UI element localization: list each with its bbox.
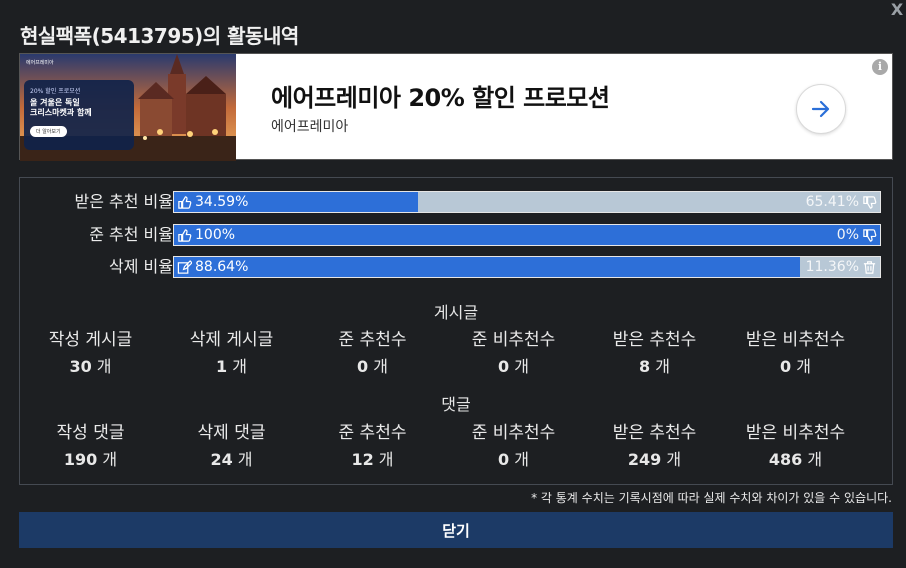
- stats-panel: 받은 추천 비율 34.59% 65.41% 준 추천 비율 100% 0% 삭…: [19, 177, 893, 485]
- stat-label: 받은 추천수: [612, 330, 697, 350]
- rate-positive-value: 88.64%: [195, 259, 249, 275]
- rate-bar-right: 11.36%: [806, 257, 877, 277]
- rate-label: 받은 추천 비율: [74, 192, 174, 211]
- posts-stats-grid: 작성 게시글 30 개 삭제 게시글 1 개 준 추천수 0 개 준 비추천수 0 개 …: [20, 325, 892, 377]
- stat-cell: 준 추천수 0 개: [302, 325, 443, 377]
- stat-value: 0 개: [498, 357, 529, 376]
- stat-label: 삭제 게시글: [189, 330, 274, 350]
- stat-label: 작성 게시글: [48, 330, 133, 350]
- rate-bar: 34.59% 65.41%: [173, 191, 881, 213]
- stat-label: 준 비추천수: [471, 423, 556, 443]
- stat-cell: 준 비추천수 0 개: [443, 325, 584, 377]
- ad-banner[interactable]: 에어프레미아 20% 할인 프로모션 올 겨울은 독일 크리스마켓과 함께 더 …: [19, 53, 893, 161]
- ad-image-pill: 더 알아보기: [30, 126, 67, 137]
- stat-cell: 작성 댓글 190 개: [20, 418, 161, 470]
- delete-rate-row: 삭제 비율 88.64% 11.36%: [20, 255, 892, 279]
- stat-cell: 받은 추천수 8 개: [584, 325, 725, 377]
- thumbs-down-icon: [863, 228, 877, 242]
- rate-positive-value: 34.59%: [195, 194, 249, 210]
- given-recommend-rate-row: 준 추천 비율 100% 0%: [20, 223, 892, 247]
- stat-label: 준 추천수: [338, 423, 407, 443]
- stat-label: 받은 비추천수: [745, 423, 846, 443]
- stat-cell: 삭제 게시글 1 개: [161, 325, 302, 377]
- stat-cell: 받은 비추천수 0 개: [725, 325, 866, 377]
- stat-cell: 받은 비추천수 486 개: [725, 418, 866, 470]
- ad-info-icon[interactable]: i: [872, 59, 888, 75]
- received-recommend-rate-row: 받은 추천 비율 34.59% 65.41%: [20, 190, 892, 214]
- rate-bar-fill: [174, 257, 800, 277]
- rate-bar-right: 65.41%: [806, 192, 877, 212]
- close-button[interactable]: 닫기: [19, 512, 893, 548]
- stat-label: 삭제 댓글: [197, 423, 266, 443]
- rate-bar-fill: [174, 225, 880, 245]
- stat-value: 486 개: [768, 450, 823, 469]
- rate-bar: 88.64% 11.36%: [173, 256, 881, 278]
- stat-value: 0 개: [498, 450, 529, 469]
- stat-value: 0 개: [780, 357, 811, 376]
- thumbs-up-icon: [178, 228, 192, 242]
- stat-label: 받은 추천수: [612, 423, 697, 443]
- stat-cell: 받은 추천수 249 개: [584, 418, 725, 470]
- ad-advertiser: 에어프레미아: [271, 119, 349, 135]
- stat-cell: 준 비추천수 0 개: [443, 418, 584, 470]
- stat-label: 받은 비추천수: [745, 330, 846, 350]
- rate-negative-value: 0%: [836, 227, 859, 243]
- stats-footnote: * 각 통계 수치는 기록시점에 따라 실제 수치와 차이가 있을 수 있습니다…: [531, 491, 892, 505]
- posts-section-title: 게시글: [433, 303, 479, 322]
- rate-bar-right: 0%: [837, 225, 877, 245]
- comments-section-title: 댓글: [441, 395, 471, 414]
- ad-arrow-button[interactable]: [796, 84, 846, 134]
- stat-value: 12 개: [351, 450, 394, 469]
- trash-icon: [863, 260, 876, 274]
- stat-cell: 준 추천수 12 개: [302, 418, 443, 470]
- stat-value: 249 개: [627, 450, 682, 469]
- ad-headline[interactable]: 에어프레미아 20% 할인 프로모션: [271, 78, 610, 113]
- rate-bar: 100% 0%: [173, 224, 881, 246]
- ad-image-line2: 크리스마켓과 함께: [30, 108, 92, 117]
- close-x-icon[interactable]: X: [890, 2, 904, 18]
- modal-title: 현실팩폭(5413795)의 활동내역: [20, 24, 299, 48]
- stat-value: 30 개: [69, 357, 112, 376]
- rate-positive-value: 100%: [195, 227, 236, 243]
- rate-label: 삭제 비율: [109, 257, 173, 276]
- rate-negative-value: 11.36%: [805, 259, 859, 275]
- ad-image-tag: 에어프레미아: [26, 60, 54, 66]
- rate-negative-value: 65.41%: [805, 194, 859, 210]
- rate-bar-left: 34.59%: [177, 192, 248, 212]
- comments-stats-grid: 작성 댓글 190 개 삭제 댓글 24 개 준 추천수 12 개 준 비추천수 0 개…: [20, 418, 892, 470]
- stat-value: 8 개: [639, 357, 670, 376]
- rate-bar-left: 88.64%: [177, 257, 248, 277]
- stat-value: 24 개: [210, 450, 253, 469]
- stat-value: 1 개: [216, 357, 247, 376]
- arrow-right-icon: [811, 100, 830, 118]
- thumbs-down-icon: [863, 195, 877, 209]
- ad-image-card: 20% 할인 프로모션 올 겨울은 독일 크리스마켓과 함께 더 알아보기: [24, 80, 134, 150]
- edit-icon: [177, 259, 192, 274]
- stat-cell: 작성 게시글 30 개: [20, 325, 161, 377]
- thumbs-up-icon: [178, 195, 192, 209]
- rate-bar-left: 100%: [177, 225, 235, 245]
- stat-value: 0 개: [357, 357, 388, 376]
- rate-label: 준 추천 비율: [89, 225, 173, 244]
- stat-value: 190 개: [63, 450, 118, 469]
- ad-image-small: 20% 할인 프로모션: [30, 88, 81, 95]
- stat-cell: 삭제 댓글 24 개: [161, 418, 302, 470]
- ad-image[interactable]: 에어프레미아 20% 할인 프로모션 올 겨울은 독일 크리스마켓과 함께 더 …: [20, 54, 236, 161]
- stat-label: 작성 댓글: [56, 423, 125, 443]
- stat-label: 준 추천수: [338, 330, 407, 350]
- ad-image-line1: 올 겨울은 독일: [30, 98, 80, 107]
- stat-label: 준 비추천수: [471, 330, 556, 350]
